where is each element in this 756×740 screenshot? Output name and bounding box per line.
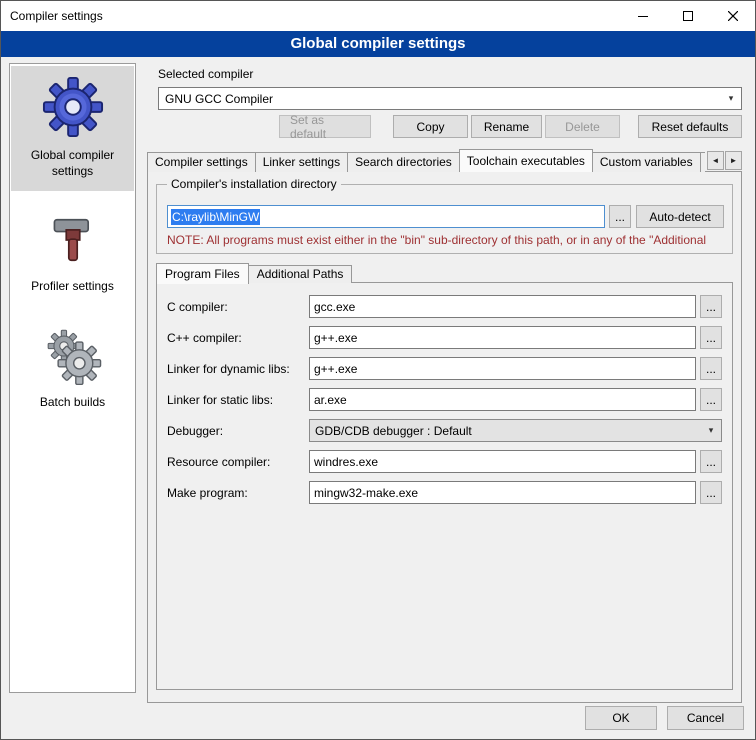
- tab-program-files[interactable]: Program Files: [156, 263, 249, 284]
- tab-scroll-arrows: ◄ ►: [707, 151, 742, 170]
- maximize-icon: [683, 11, 693, 21]
- reset-defaults-button[interactable]: Reset defaults: [638, 115, 742, 138]
- tab-linker-settings[interactable]: Linker settings: [255, 152, 348, 172]
- field-row-cpp-compiler: C++ compiler: ...: [167, 326, 722, 349]
- ok-button[interactable]: OK: [585, 706, 657, 730]
- close-button[interactable]: [710, 1, 755, 31]
- tab-toolchain-executables[interactable]: Toolchain executables: [459, 149, 593, 172]
- installation-directory-input[interactable]: C:\raylib\MinGW: [167, 205, 605, 228]
- sidebar-item-label: Profiler settings: [31, 279, 114, 295]
- copy-button[interactable]: Copy: [393, 115, 468, 138]
- rename-button[interactable]: Rename: [471, 115, 542, 138]
- main-area: Selected compiler GNU GCC Compiler ▾ Set…: [147, 63, 742, 713]
- cpp-compiler-label: C++ compiler:: [167, 331, 309, 345]
- field-row-resource-compiler: Resource compiler: ...: [167, 450, 722, 473]
- make-program-browse-button[interactable]: ...: [700, 481, 722, 504]
- gear-icon: [42, 76, 104, 138]
- tab-strip: Compiler settings Linker settings Search…: [147, 148, 742, 172]
- selected-compiler-combo[interactable]: GNU GCC Compiler ▾: [158, 87, 742, 110]
- close-icon: [728, 11, 738, 21]
- sidebar-item-batch-builds[interactable]: Batch builds: [11, 317, 134, 423]
- linker-dynamic-browse-button[interactable]: ...: [700, 357, 722, 380]
- tab-scroll-left-button[interactable]: ◄: [707, 151, 724, 170]
- field-row-linker-dynamic: Linker for dynamic libs: ...: [167, 357, 722, 380]
- tabs: Compiler settings Linker settings Search…: [147, 148, 705, 172]
- field-row-make-program: Make program: ...: [167, 481, 722, 504]
- installation-directory-value: C:\raylib\MinGW: [171, 209, 260, 225]
- resource-compiler-label: Resource compiler:: [167, 455, 309, 469]
- toolchain-executables-panel: Compiler's installation directory C:\ray…: [147, 171, 742, 703]
- settings-sidebar: Global compiler settings Profiler settin…: [9, 63, 136, 693]
- installation-directory-browse-button[interactable]: ...: [609, 205, 631, 228]
- resource-compiler-input[interactable]: [309, 450, 696, 473]
- auto-detect-button[interactable]: Auto-detect: [636, 205, 724, 228]
- cpp-compiler-browse-button[interactable]: ...: [700, 326, 722, 349]
- window-title: Compiler settings: [10, 9, 103, 23]
- compiler-settings-window: Compiler settings Global compiler settin…: [0, 0, 756, 740]
- cpp-compiler-input[interactable]: [309, 326, 696, 349]
- make-program-input[interactable]: [309, 481, 696, 504]
- debugger-combo[interactable]: GDB/CDB debugger : Default ▾: [309, 419, 722, 442]
- selected-compiler-value: GNU GCC Compiler: [165, 92, 273, 106]
- installation-directory-group-label: Compiler's installation directory: [167, 177, 341, 191]
- installation-directory-row: C:\raylib\MinGW ... Auto-detect: [167, 205, 724, 228]
- program-files-panel: C compiler: ... C++ compiler: ... Linker…: [156, 282, 733, 690]
- window-controls: [620, 1, 755, 31]
- program-files-tab-strip: Program Files Additional Paths: [156, 262, 352, 283]
- tab-additional-paths[interactable]: Additional Paths: [248, 265, 353, 283]
- set-as-default-button[interactable]: Set as default: [279, 115, 371, 138]
- debugger-label: Debugger:: [167, 424, 309, 438]
- c-compiler-label: C compiler:: [167, 300, 309, 314]
- delete-button[interactable]: Delete: [545, 115, 620, 138]
- tab-build-options[interactable]: Buil: [700, 152, 705, 172]
- tab-compiler-settings[interactable]: Compiler settings: [147, 152, 256, 172]
- sidebar-item-label: Global compiler settings: [14, 148, 131, 179]
- installation-directory-group: Compiler's installation directory C:\ray…: [156, 184, 733, 254]
- profiler-icon: [46, 211, 100, 269]
- minimize-button[interactable]: [620, 1, 665, 31]
- linker-dynamic-input[interactable]: [309, 357, 696, 380]
- sidebar-item-profiler-settings[interactable]: Profiler settings: [11, 201, 134, 307]
- field-row-c-compiler: C compiler: ...: [167, 295, 722, 318]
- tab-scroll-right-button[interactable]: ►: [725, 151, 742, 170]
- installation-note: NOTE: All programs must exist either in …: [167, 233, 730, 247]
- minimize-icon: [638, 11, 648, 21]
- debugger-value: GDB/CDB debugger : Default: [315, 424, 472, 438]
- selected-compiler-label: Selected compiler: [158, 67, 253, 81]
- linker-dynamic-label: Linker for dynamic libs:: [167, 362, 309, 376]
- resource-compiler-browse-button[interactable]: ...: [700, 450, 722, 473]
- make-program-label: Make program:: [167, 486, 309, 500]
- chevron-down-icon: ▾: [722, 89, 740, 108]
- tab-custom-variables[interactable]: Custom variables: [592, 152, 701, 172]
- field-row-linker-static: Linker for static libs: ...: [167, 388, 722, 411]
- linker-static-input[interactable]: [309, 388, 696, 411]
- gears-icon: [44, 327, 102, 385]
- cancel-button[interactable]: Cancel: [667, 706, 744, 730]
- field-row-debugger: Debugger: GDB/CDB debugger : Default ▾: [167, 419, 722, 442]
- titlebar: Compiler settings: [1, 1, 755, 31]
- c-compiler-input[interactable]: [309, 295, 696, 318]
- tab-search-directories[interactable]: Search directories: [347, 152, 460, 172]
- linker-static-browse-button[interactable]: ...: [700, 388, 722, 411]
- chevron-down-icon: ▾: [702, 421, 720, 440]
- compiler-buttons-row: Set as default Copy Rename Delete Reset …: [158, 115, 742, 138]
- linker-static-label: Linker for static libs:: [167, 393, 309, 407]
- sidebar-item-global-compiler-settings[interactable]: Global compiler settings: [11, 66, 134, 191]
- maximize-button[interactable]: [665, 1, 710, 31]
- dialog-header: Global compiler settings: [1, 31, 755, 57]
- c-compiler-browse-button[interactable]: ...: [700, 295, 722, 318]
- sidebar-item-label: Batch builds: [40, 395, 105, 411]
